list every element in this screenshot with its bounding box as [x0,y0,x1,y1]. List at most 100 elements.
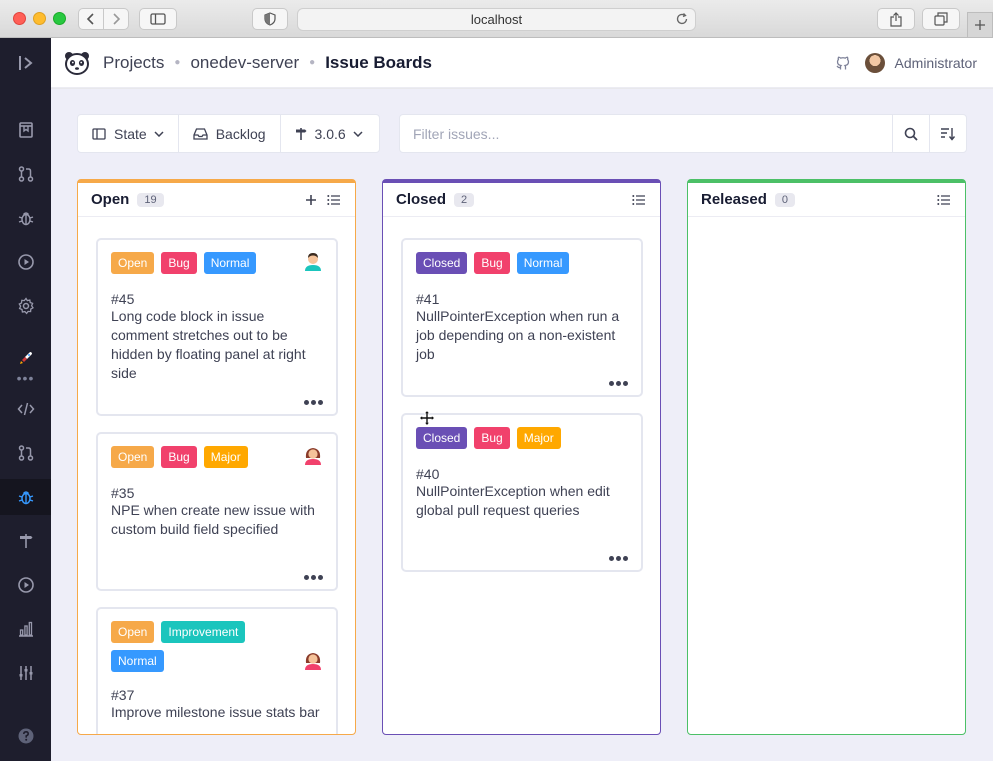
list-icon [327,195,340,205]
sidebar-item-projects[interactable] [0,112,51,148]
user-name[interactable]: Administrator [895,55,977,71]
priority-badge: Major [203,446,248,468]
issue-card[interactable]: Open Bug Normal #45 Long code block in i… [96,238,338,416]
issue-title[interactable]: Long code block in issue comment stretch… [111,307,321,383]
bug-icon [18,491,33,505]
search-icon [904,127,918,141]
state-badge: Closed [416,427,468,449]
play-circle-icon [17,254,34,270]
help-icon [18,728,33,744]
filter-issues-input[interactable] [400,115,892,152]
help-button[interactable] [0,718,51,754]
priority-badge: Normal [516,252,570,274]
new-tab-button[interactable] [967,12,993,38]
board-column-released: Released 0 [687,179,966,735]
sidebar-item-code[interactable] [0,391,51,427]
window-close-button[interactable] [13,12,26,25]
column-list-button[interactable] [937,194,951,206]
avatar[interactable] [864,53,885,73]
url-text: localhost [470,12,523,27]
address-bar[interactable]: localhost [297,8,696,31]
top-bar: Projects ● onedev-server ● Issue Boards … [51,38,993,88]
sidebar-toggle-button[interactable] [139,8,177,30]
github-icon[interactable] [835,55,851,71]
share-icon [890,11,902,27]
issue-title[interactable]: NPE when create new issue with custom bu… [111,501,321,539]
tabs-button[interactable] [922,8,960,30]
column-list-button[interactable] [632,194,646,206]
shield-icon [264,12,276,26]
forward-button[interactable] [103,8,129,30]
assignee-avatar-icon[interactable] [304,651,322,671]
issue-number[interactable]: #37 [111,687,336,703]
sidebar-item-issues[interactable] [0,200,51,236]
column-list-button[interactable] [327,194,341,206]
sidebar-item-project-builds[interactable] [0,567,51,603]
sidebar-item-builds[interactable] [0,244,51,280]
collapse-sidebar-icon [18,56,33,70]
sidebar-item-project-pull-requests[interactable] [0,435,51,471]
sidebar-item-administration[interactable] [0,288,51,324]
type-badge: Improvement [161,621,246,643]
sidebar-item-statistics[interactable] [0,611,51,647]
milestone-dropdown[interactable]: 3.0.6 [281,115,377,152]
reload-icon[interactable] [675,12,689,29]
assignee-avatar-icon[interactable] [304,446,322,466]
window-minimize-button[interactable] [33,12,46,25]
more-options-icon[interactable] [607,381,628,386]
chevron-left-icon [86,13,94,25]
add-issue-button[interactable] [305,194,317,206]
sidebar-item-settings[interactable] [0,655,51,691]
issue-number[interactable]: #45 [111,291,336,307]
column-title: Open [91,191,130,208]
more-icon[interactable]: ••• [0,371,51,385]
rocket-icon [19,352,32,364]
sort-button[interactable] [929,115,966,152]
backlog-button[interactable]: Backlog [179,115,281,152]
type-badge: Bug [474,252,510,274]
issue-card[interactable]: Closed Bug Normal #41 NullPointerExcepti… [401,238,643,397]
issue-card[interactable]: Open Improvement Normal #37 Improve mile… [96,607,338,734]
issue-number[interactable]: #41 [416,291,641,307]
book-icon [18,122,33,138]
issue-number[interactable]: #40 [416,466,641,482]
more-options-icon[interactable] [302,400,323,405]
issue-number[interactable]: #35 [111,485,336,501]
column-header: Released 0 [688,183,965,217]
assignee-avatar-icon[interactable] [304,252,322,272]
more-options-icon[interactable] [302,575,323,580]
plus-icon [975,20,985,30]
breadcrumb-project[interactable]: onedev-server [190,53,299,73]
issue-title[interactable]: NullPointerException when edit global pu… [416,482,626,520]
onedev-logo-icon[interactable] [63,49,91,77]
issue-card[interactable]: Closed Bug Major #40 NullPointerExceptio… [401,413,643,572]
more-options-icon[interactable] [607,556,628,561]
privacy-button[interactable] [252,8,288,30]
breadcrumb-projects[interactable]: Projects [103,53,164,73]
sidebar-item-pull-requests[interactable] [0,156,51,192]
chevron-down-icon [353,130,363,137]
sidebar-item-project-issues[interactable] [0,479,51,515]
signpost-icon [19,534,32,548]
chevron-right-icon [113,13,121,25]
state-dropdown[interactable]: State [78,115,179,152]
issue-title[interactable]: Improve milestone issue stats bar [111,703,321,722]
search-button[interactable] [892,115,929,152]
left-sidebar: ••• [0,38,51,761]
sidebar-item-milestones[interactable] [0,523,51,559]
tabs-overview-icon [934,12,948,26]
list-icon [937,195,950,205]
column-count-badge: 19 [137,192,164,207]
issue-title[interactable]: NullPointerException when run a job depe… [416,307,626,364]
backlog-label: Backlog [215,125,266,142]
issue-card[interactable]: Open Bug Major #35 NPE when create new i… [96,432,338,591]
window-zoom-button[interactable] [53,12,66,25]
state-badge: Open [111,621,155,643]
share-button[interactable] [877,8,915,30]
column-title: Released [701,191,767,208]
sidebar-toggle[interactable] [0,45,51,81]
sidebar-icon [150,13,166,25]
back-button[interactable] [78,8,104,30]
column-header: Open 19 [78,183,355,217]
type-badge: Bug [161,252,197,274]
